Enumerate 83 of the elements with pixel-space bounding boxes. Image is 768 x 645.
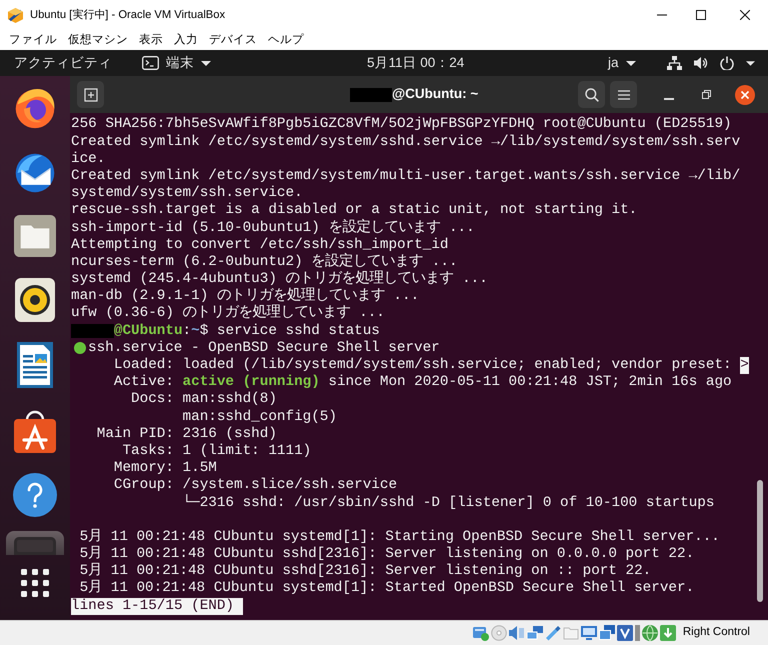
- field-value: loaded (/lib/systemd/system/ssh.service; enabled; vendor preset:: [182, 357, 732, 374]
- field-label: Main PID:: [96, 426, 174, 442]
- terminal-line: Attempting to convert /etc/ssh/ssh_import_id: [71, 236, 448, 253]
- menu-button[interactable]: [610, 81, 637, 108]
- restore-icon[interactable]: [702, 90, 711, 99]
- terminal-title: @CUbuntu: ~: [392, 85, 478, 104]
- terminal-line: systemd (245.4-4ubuntu3) のトリガを処理しています ...: [71, 271, 488, 288]
- close-icon[interactable]: [735, 84, 755, 104]
- terminal-line: ufw (0.36-6) のトリガを処理しています ...: [71, 305, 385, 323]
- volume-icon[interactable]: [694, 56, 708, 70]
- input-method-button[interactable]: ja: [608, 56, 636, 70]
- field-label: Tasks:: [122, 442, 174, 459]
- journal-line: 5月 11 00:21:48 CUbuntu systemd[1]: Started OpenBSD Secure Shell server.: [80, 580, 694, 598]
- field-label: Docs:: [131, 391, 174, 408]
- terminal-line: rescue-ssh.target is a disabled or a static unit, not starting it.: [71, 202, 638, 218]
- new-tab-button[interactable]: [77, 81, 104, 108]
- terminal-line: ssh-import-id (5.10-0ubuntu1) を設定しています ...: [71, 220, 475, 237]
- field-label: Loaded:: [114, 357, 174, 374]
- document-icon[interactable]: [17, 342, 53, 388]
- clock-button[interactable]: 5月11日 00：24: [367, 56, 464, 70]
- caret-icon: [626, 60, 636, 66]
- truncation-marker: >: [740, 357, 749, 374]
- folder-icon[interactable]: [14, 215, 56, 257]
- journal-line: 5月 11 00:21:48 CUbuntu sshd[2316]: Server listening on :: port 22.: [80, 563, 652, 580]
- scrollbar-thumb[interactable]: [757, 480, 763, 602]
- globe-icon[interactable]: [642, 625, 658, 641]
- command-line: @CUbuntu:~$ service sshd status: [114, 322, 380, 340]
- minimize-icon[interactable]: [664, 98, 674, 100]
- field-label: Memory:: [114, 460, 174, 476]
- maximize-icon[interactable]: [696, 10, 706, 20]
- apps-grid-icon[interactable]: [21, 568, 49, 596]
- terminal-line: Created symlink /etc/systemd/system/multi-user.target.wants/ssh.service →/lib/: [71, 168, 740, 186]
- usb-plug-icon[interactable]: [544, 625, 561, 641]
- network-icon[interactable]: [666, 56, 682, 70]
- stacked-windows-icon[interactable]: [598, 625, 615, 641]
- host-key-label: Right Control: [682, 625, 750, 640]
- field-value: man:sshd(8): [182, 391, 277, 409]
- menu-item[interactable]: 表示: [139, 30, 163, 50]
- narrow-bar-icon[interactable]: [634, 625, 640, 641]
- terminal-line: 256 SHA256:7bh5eSvAWfif8Pgb5iGZC8VfM/5O2jWpFBSGPzYFDHQ root@CUbuntu (ED25519): [71, 116, 732, 134]
- terminal-line: systemd/system/ssh.service.: [71, 185, 303, 202]
- window-title: Ubuntu [実行中] - Oracle VM VirtualBox: [30, 8, 226, 23]
- menu-item[interactable]: 仮想マシン: [68, 30, 128, 50]
- menu-item[interactable]: ファイル: [9, 30, 57, 50]
- power-icon[interactable]: [720, 56, 734, 70]
- terminal-line: ncurses-term (6.2-0ubuntu2) を設定しています ...: [71, 254, 458, 270]
- shopping-bag-icon[interactable]: [14, 408, 56, 452]
- terminal-icon: [142, 56, 159, 70]
- menu-icon: [618, 90, 630, 100]
- pager-status: lines 1-15/15 (END): [71, 598, 243, 615]
- search-button[interactable]: [578, 81, 605, 108]
- search-icon: [584, 88, 598, 102]
- field-label: Active:: [114, 374, 174, 390]
- close-icon[interactable]: [740, 10, 750, 20]
- field-value: 1 (limit: 1111): [182, 442, 312, 460]
- speaker-icon[interactable]: [15, 278, 55, 322]
- field-value: └─2316 sshd: /usr/sbin/sshd -D [listener] 0 of 10-100 startups: [182, 494, 714, 512]
- journal-line: 5月 11 00:21:48 CUbuntu systemd[1]: Starting OpenBSD Secure Shell server...: [80, 528, 720, 546]
- field-value: man:sshd_config(5): [182, 408, 337, 426]
- menu-item[interactable]: ヘルプ: [268, 30, 304, 50]
- app-menu-button[interactable]: 端末: [142, 56, 211, 70]
- field-value: /system.slice/ssh.service: [182, 477, 398, 494]
- caret-icon[interactable]: [746, 60, 755, 66]
- new-tab-icon: [84, 88, 98, 102]
- dock-button[interactable]: [6, 530, 64, 554]
- unit-title: ssh.service - OpenBSD Secure Shell server: [88, 340, 440, 358]
- field-value: 1.5M: [182, 460, 217, 478]
- chevron-tile-icon[interactable]: [616, 625, 633, 641]
- journal-line: 5月 11 00:21:48 CUbuntu sshd[2316]: Server listening on 0.0.0.0 port 22.: [80, 546, 694, 562]
- field-label: CGroup:: [114, 477, 174, 494]
- activities-button[interactable]: アクティビティ: [14, 56, 112, 70]
- menu-item[interactable]: 入力: [174, 30, 198, 50]
- caret-icon: [201, 60, 211, 66]
- monitor-icon[interactable]: [580, 625, 597, 641]
- terminal-line: ice.: [71, 150, 106, 168]
- field-value: 2316 (sshd): [182, 426, 277, 443]
- app-icon: [8, 8, 23, 22]
- terminal-line: man-db (2.9.1-1) のトリガを処理しています ...: [71, 288, 420, 304]
- field-value: active (running) since Mon 2020-05-11 00:21:48 JST; 2min 16s ago: [182, 374, 732, 392]
- help-icon[interactable]: [13, 473, 57, 517]
- terminal-line: Created symlink /etc/systemd/system/sshd.service →/lib/systemd/system/ssh.serv: [71, 134, 740, 151]
- menu-item[interactable]: デバイス: [209, 30, 257, 50]
- firefox-icon[interactable]: [13, 86, 57, 130]
